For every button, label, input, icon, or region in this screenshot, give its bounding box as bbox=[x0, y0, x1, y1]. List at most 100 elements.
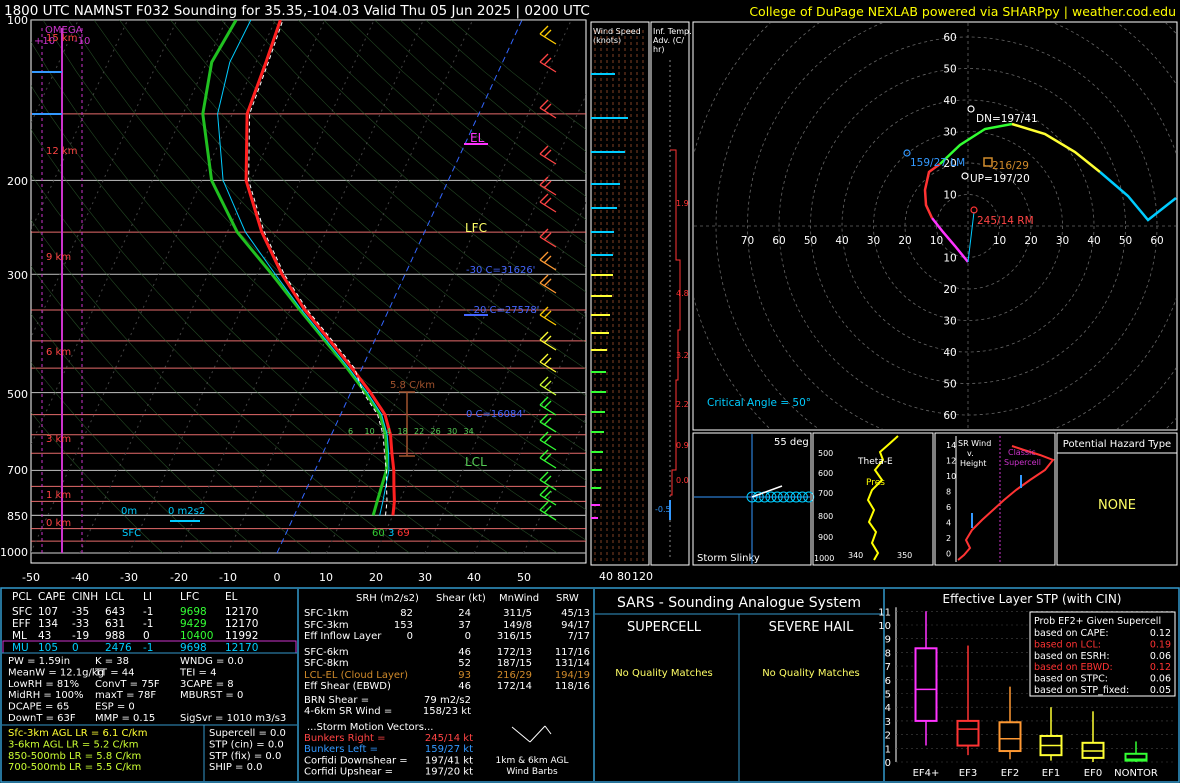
kinematic-cell: 153 bbox=[394, 620, 413, 631]
dry-adiabat bbox=[374, 20, 586, 197]
dry-adiabat bbox=[31, 362, 213, 554]
theta-t340: 340 bbox=[848, 551, 863, 560]
wind-barb-flag bbox=[539, 25, 549, 35]
sr-wind-ytick: 2 bbox=[946, 534, 951, 543]
parcel-cell: 9429 bbox=[180, 618, 207, 630]
skewt-grid bbox=[31, 20, 586, 554]
stp-legend-value: 0.12 bbox=[1150, 662, 1171, 673]
index-value: DCAPE = 65 bbox=[8, 702, 69, 713]
mini-barb-6km bbox=[529, 725, 546, 743]
parcel-cell: 0 bbox=[143, 630, 150, 642]
stp-ytick: 5 bbox=[885, 690, 891, 701]
theta-p700: 700 bbox=[818, 489, 833, 498]
parcel-header: CAPE bbox=[38, 591, 65, 603]
hodo-ring-label-north: 30 bbox=[943, 127, 956, 139]
temp-label-m10: -10 bbox=[219, 571, 237, 584]
wind-barb-shaft bbox=[539, 479, 557, 491]
composite-value: STP (fix) = 0.0 bbox=[209, 751, 281, 762]
lcl-label: LCL bbox=[465, 455, 487, 469]
isotherm-line bbox=[31, 20, 227, 446]
stp-legend-label: based on STPC: bbox=[1034, 674, 1108, 685]
index-value: WNDG = 0.0 bbox=[180, 656, 243, 667]
stp-category-label: EF3 bbox=[959, 768, 977, 779]
stp-ytick: 9 bbox=[885, 635, 891, 646]
dry-adiabat bbox=[451, 20, 586, 130]
theta-p800: 800 bbox=[818, 512, 833, 521]
temp-labels: -50 -40 -30 -20 -10 0 10 20 30 40 50 bbox=[22, 571, 531, 584]
temp-label-m30: -30 bbox=[120, 571, 138, 584]
theta-label: Theta-E bbox=[857, 457, 893, 467]
sr-wind-panel bbox=[934, 432, 1056, 566]
wind-barb-flag bbox=[543, 149, 552, 158]
sr-wind-ytick: 8 bbox=[946, 488, 951, 497]
hodo-ring-label-west: 40 bbox=[835, 235, 848, 247]
stp-legend-value: 0.06 bbox=[1150, 651, 1171, 662]
stp-legend-label: based on ESRH: bbox=[1034, 651, 1110, 662]
lapse-rate-value: 3-6km AGL LR = 5.2 C/km bbox=[8, 739, 138, 750]
kinematic-cell: 187/15 bbox=[497, 658, 532, 669]
parcel-cell: 107 bbox=[38, 606, 58, 618]
kinematic-cell: 172/13 bbox=[497, 647, 532, 658]
kinematic-cell: 117/16 bbox=[555, 647, 590, 658]
dry-adiabat bbox=[399, 20, 586, 175]
stp-ytick: 11 bbox=[878, 607, 891, 618]
parcel-cell: 11992 bbox=[225, 630, 258, 642]
kinematic-cell: 172/14 bbox=[497, 681, 532, 692]
stp-category-label: EF2 bbox=[1001, 768, 1019, 779]
hodo-ring-label-north: 40 bbox=[943, 95, 956, 107]
stp-legend-value: 0.06 bbox=[1150, 674, 1171, 685]
sars-hail-result: No Quality Matches bbox=[762, 668, 860, 679]
brn-shear-value: 79 m2/s2 bbox=[424, 695, 471, 706]
composite-value: STP (cin) = 0.0 bbox=[209, 739, 284, 750]
wind-barb-shaft bbox=[539, 361, 557, 373]
sars-hail: SEVERE HAIL bbox=[769, 620, 854, 635]
sfc-wetbulb-value: 3 bbox=[388, 528, 394, 539]
wind-barb-shaft bbox=[539, 259, 557, 271]
advection-value: 0.0 bbox=[676, 476, 689, 485]
wind-barb-flag bbox=[543, 505, 552, 514]
hodo-trace-3-6km bbox=[923, 162, 941, 219]
advection-value: 4.8 bbox=[676, 289, 689, 298]
ws-tick-80: 80 bbox=[617, 570, 631, 583]
hodo-ring-label-south: 60 bbox=[943, 410, 956, 422]
index-value: MBURST = 0 bbox=[180, 690, 243, 701]
kinematic-cell: 149/8 bbox=[503, 620, 532, 631]
adv-title-1: Inf. Temp. bbox=[653, 27, 692, 36]
storm-vector-label: Corfidi Downshear = bbox=[304, 755, 408, 766]
pres-label: Pres bbox=[866, 478, 885, 488]
kinematic-header: SRW bbox=[556, 593, 579, 604]
kinematic-cell: 82 bbox=[400, 608, 413, 619]
kinematic-cell: 46 bbox=[458, 681, 471, 692]
kinematic-cell: 316/15 bbox=[497, 631, 532, 642]
stp-legend-value: 0.05 bbox=[1150, 685, 1171, 696]
parcel-cell: -35 bbox=[72, 606, 89, 618]
stp-legend-label: based on CAPE: bbox=[1034, 628, 1109, 639]
parcel-cell: MU bbox=[12, 642, 29, 654]
storm-vector-value: 159/27 kt bbox=[425, 744, 473, 755]
skewt-profiles bbox=[201, 20, 396, 516]
wind-barb-shaft bbox=[539, 404, 557, 416]
kinematic-cell: 216/29 bbox=[497, 670, 532, 681]
hodo-rm-vector bbox=[967, 211, 975, 263]
wind-barb-flag bbox=[539, 53, 549, 63]
stp-category-label: NONTOR bbox=[1114, 768, 1158, 779]
brn-shear-label: BRN Shear = bbox=[304, 695, 369, 706]
parcel-cell: 12170 bbox=[225, 618, 258, 630]
kinematic-cell: 24 bbox=[458, 608, 471, 619]
dewpoint-line bbox=[201, 20, 389, 516]
storm-vector-label: Bunkers Right = bbox=[304, 733, 386, 744]
wind-barb-flag bbox=[543, 400, 552, 409]
hodo-critical-label: Critical Angle = 50° bbox=[707, 397, 811, 409]
adv-title-2: Adv. (C/ bbox=[653, 36, 684, 45]
storm-vector-label: Corfidi Upshear = bbox=[304, 767, 393, 778]
temp-label-0: 0 bbox=[274, 571, 281, 584]
wind-barb-flag bbox=[539, 274, 549, 284]
wetbulb-number: 34 bbox=[464, 427, 474, 436]
wind-barb-flag bbox=[543, 490, 552, 499]
kinematic-cell: 37 bbox=[458, 620, 471, 631]
index-value: maxT = 78F bbox=[95, 690, 156, 701]
parcel-cell: 643 bbox=[105, 606, 125, 618]
kinematic-row-label: SFC-1km bbox=[304, 608, 349, 619]
stp-ytick: 6 bbox=[885, 676, 891, 687]
hodo-ring-label-west: 30 bbox=[867, 235, 880, 247]
